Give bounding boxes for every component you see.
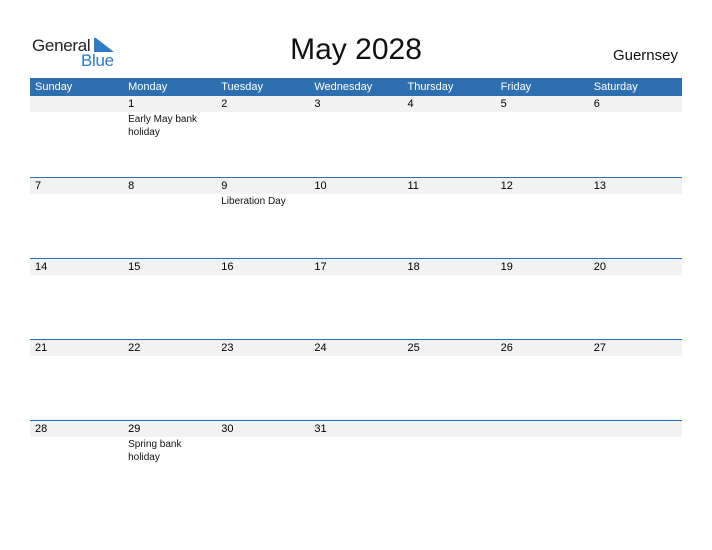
day-cell: 20	[589, 259, 682, 276]
day-number: 16	[221, 261, 234, 273]
day-number: 26	[500, 342, 513, 354]
week-row: 21 22 23 24 25 26 27	[30, 339, 682, 421]
day-cell: 26	[496, 340, 589, 357]
day-number: 5	[500, 98, 507, 110]
day-cell: 11	[403, 178, 496, 208]
day-cell: 19	[496, 259, 589, 276]
day-number: 28	[35, 423, 48, 435]
day-cell: 18	[403, 259, 496, 276]
day-number: 19	[500, 261, 513, 273]
weekday-monday: Monday	[128, 81, 168, 93]
day-number	[408, 421, 496, 437]
day-cell: 7	[30, 178, 123, 208]
day-number	[594, 421, 682, 437]
day-cell	[589, 421, 682, 464]
week-row: 14 15 16 17 18 19 20	[30, 258, 682, 340]
day-cell: 15	[123, 259, 216, 276]
day-cell: 4	[403, 96, 496, 139]
day-cell: 2	[216, 96, 309, 139]
day-number: 25	[407, 342, 420, 354]
day-number: 10	[314, 180, 327, 192]
day-cell: 14	[30, 259, 123, 276]
country-label: Guernsey	[612, 47, 678, 64]
weekday-saturday: Saturday	[593, 81, 638, 93]
weekday-thursday: Thursday	[407, 81, 454, 93]
weekday-header: Sunday Monday Tuesday Wednesday Thursday…	[30, 78, 682, 96]
day-number: 13	[593, 180, 606, 192]
day-number	[35, 96, 123, 112]
day-cell: 27	[589, 340, 682, 357]
day-number: 7	[35, 180, 42, 192]
day-cell: 13	[589, 178, 682, 208]
calendar-title: May 2028	[290, 33, 422, 66]
holiday-label: Liberation Day	[221, 196, 286, 207]
day-cell: 24	[309, 340, 402, 357]
day-number: 6	[593, 98, 600, 110]
day-cell: 12	[496, 178, 589, 208]
day-cell: 29 Spring bank holiday	[123, 421, 216, 464]
holiday-label: Spring bank holiday	[128, 439, 182, 463]
day-number	[501, 421, 589, 437]
day-cell	[403, 421, 496, 464]
day-cell: 6	[589, 96, 682, 139]
day-cell: 9 Liberation Day	[216, 178, 309, 208]
day-cell: 21	[30, 340, 123, 357]
day-cell: 16	[216, 259, 309, 276]
day-cell: 30	[216, 421, 309, 464]
day-number: 8	[128, 180, 135, 192]
weekday-tuesday: Tuesday	[221, 81, 264, 93]
day-number: 29	[128, 423, 141, 435]
day-cell: 28	[30, 421, 123, 464]
day-number: 4	[407, 98, 414, 110]
day-cell	[30, 96, 123, 139]
day-number: 22	[128, 342, 141, 354]
day-number: 3	[314, 98, 321, 110]
day-number: 9	[221, 180, 228, 192]
day-cell: 25	[403, 340, 496, 357]
day-cell: 23	[216, 340, 309, 357]
day-number: 27	[593, 342, 606, 354]
day-cell: 5	[496, 96, 589, 139]
week-row: 7 8 9 Liberation Day 10 11 12 13	[30, 177, 682, 259]
day-number: 14	[35, 261, 48, 273]
weekday-friday: Friday	[500, 81, 532, 93]
day-cell: 10	[309, 178, 402, 208]
day-number: 20	[593, 261, 606, 273]
weekday-wednesday: Wednesday	[314, 81, 373, 93]
week-row: 28 29 Spring bank holiday 30 31	[30, 420, 682, 502]
day-number: 24	[314, 342, 327, 354]
day-number: 18	[407, 261, 420, 273]
day-number: 31	[314, 423, 327, 435]
day-cell: 22	[123, 340, 216, 357]
day-number: 1	[128, 98, 135, 110]
week-row: 1 Early May bank holiday 2 3 4 5 6	[30, 96, 682, 177]
day-cell: 17	[309, 259, 402, 276]
day-cell: 3	[309, 96, 402, 139]
day-number: 17	[314, 261, 327, 273]
holiday-label: Early May bank holiday	[128, 114, 198, 138]
day-number: 30	[221, 423, 234, 435]
day-number: 11	[407, 180, 419, 192]
day-cell: 8	[123, 178, 216, 208]
day-cell: 1 Early May bank holiday	[123, 96, 216, 139]
weekday-sunday: Sunday	[35, 81, 73, 93]
day-cell	[496, 421, 589, 464]
day-cell: 31	[309, 421, 402, 464]
day-number: 2	[221, 98, 228, 110]
day-number: 12	[500, 180, 513, 192]
day-number: 15	[128, 261, 141, 273]
day-number: 23	[221, 342, 234, 354]
day-number: 21	[35, 342, 48, 354]
